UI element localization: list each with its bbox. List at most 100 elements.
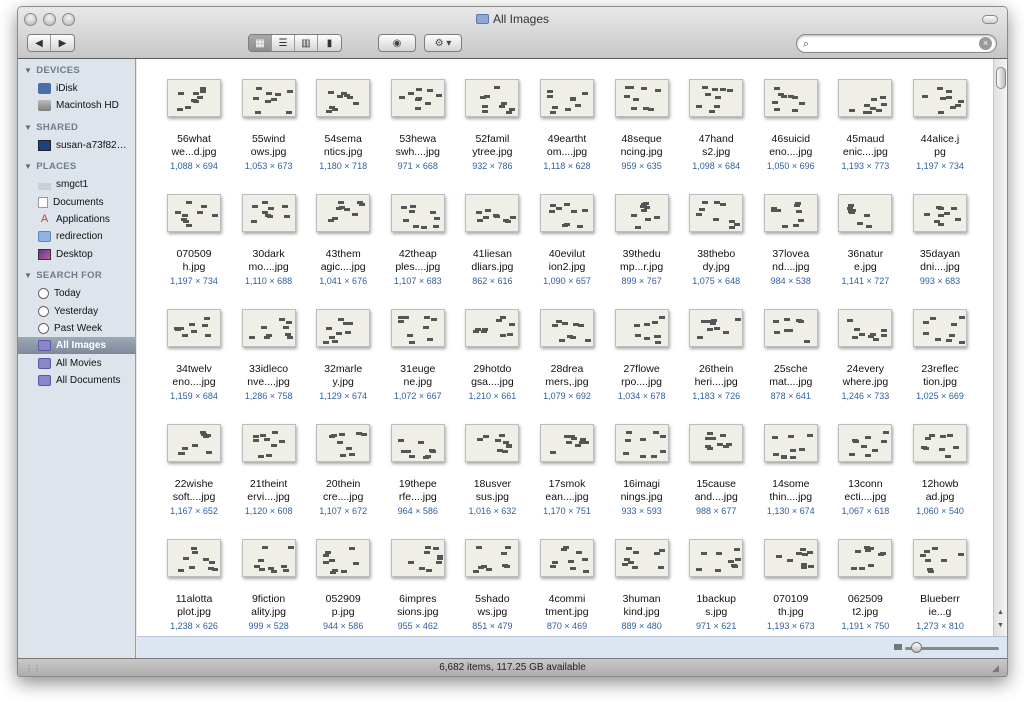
icon-size-slider-knob[interactable] xyxy=(911,642,922,653)
scroll-thumb[interactable] xyxy=(996,67,1006,89)
image-thumbnail[interactable] xyxy=(614,79,669,117)
forward-arrow-icon[interactable]: ▶ xyxy=(51,35,74,51)
file-item[interactable]: 48seque ncing.jpg 959 × 635 xyxy=(605,79,679,172)
image-thumbnail[interactable] xyxy=(316,309,371,347)
image-thumbnail[interactable] xyxy=(838,424,893,462)
file-item[interactable]: 21theint ervi....jpg 1,120 × 608 xyxy=(232,424,306,517)
file-item[interactable]: 46suicid eno....jpg 1,050 × 696 xyxy=(754,79,828,172)
image-thumbnail[interactable] xyxy=(614,194,669,232)
file-item[interactable]: 56what we...d.jpg 1,088 × 694 xyxy=(157,79,231,172)
file-item[interactable]: 47hand s2.jpg 1,098 × 684 xyxy=(679,79,753,172)
file-item[interactable]: 11alotta plot.jpg 1,238 × 626 xyxy=(157,539,231,632)
image-thumbnail[interactable] xyxy=(838,309,893,347)
image-thumbnail[interactable] xyxy=(465,79,520,117)
back-arrow-icon[interactable]: ◀ xyxy=(28,35,51,51)
image-thumbnail[interactable] xyxy=(689,539,744,577)
file-item[interactable]: 17smok ean....jpg 1,170 × 751 xyxy=(530,424,604,517)
image-thumbnail[interactable] xyxy=(167,424,221,462)
file-item[interactable]: 37lovea nd....jpg 984 × 538 xyxy=(754,194,828,287)
quicklook-button[interactable]: ◉ xyxy=(378,34,416,52)
image-thumbnail[interactable] xyxy=(689,79,744,117)
image-thumbnail[interactable] xyxy=(763,539,818,577)
file-item[interactable]: 52famil ytree.jpg 932 × 786 xyxy=(455,79,529,172)
sidebar-item[interactable]: redirection xyxy=(18,228,136,245)
image-thumbnail[interactable] xyxy=(540,309,594,347)
sidebar-item[interactable]: A Applications xyxy=(18,211,136,228)
image-thumbnail[interactable] xyxy=(540,79,594,117)
image-thumbnail[interactable] xyxy=(241,79,296,117)
column-view-button[interactable]: ▥ xyxy=(295,35,318,51)
file-item[interactable]: 38thebo dy.jpg 1,075 × 648 xyxy=(679,194,753,287)
sidebar-item[interactable]: All Movies xyxy=(18,355,136,372)
image-thumbnail[interactable] xyxy=(913,194,967,232)
file-item[interactable]: 54sema ntics.jpg 1,180 × 718 xyxy=(306,79,380,172)
image-thumbnail[interactable] xyxy=(838,194,893,232)
image-thumbnail[interactable] xyxy=(614,539,669,577)
image-thumbnail[interactable] xyxy=(390,424,445,462)
file-item[interactable]: 12howb ad.jpg 1,060 × 540 xyxy=(903,424,977,517)
image-thumbnail[interactable] xyxy=(913,309,967,347)
file-item[interactable]: 31euge ne.jpg 1,072 × 667 xyxy=(381,309,455,402)
file-item[interactable]: 39thedu mp...r.jpg 899 × 767 xyxy=(605,194,679,287)
file-item[interactable]: 44alice.j pg 1,197 × 734 xyxy=(903,79,977,172)
image-thumbnail[interactable] xyxy=(763,424,818,462)
list-view-button[interactable]: ☰ xyxy=(272,35,295,51)
sidebar-item[interactable]: All Documents xyxy=(18,372,136,389)
file-item[interactable]: 25sche mat....jpg 878 × 641 xyxy=(754,309,828,402)
image-thumbnail[interactable] xyxy=(316,539,371,577)
image-thumbnail[interactable] xyxy=(465,194,520,232)
file-item[interactable]: 43them agic....jpg 1,041 × 676 xyxy=(306,194,380,287)
image-thumbnail[interactable] xyxy=(390,309,445,347)
image-thumbnail[interactable] xyxy=(167,309,221,347)
sidebar-item[interactable]: Macintosh HD xyxy=(18,97,136,114)
resize-grip-icon[interactable]: ◢ xyxy=(992,663,1004,675)
image-thumbnail[interactable] xyxy=(241,194,296,232)
image-thumbnail[interactable] xyxy=(540,539,594,577)
image-thumbnail[interactable] xyxy=(316,79,371,117)
sidebar-item[interactable]: Documents xyxy=(18,194,136,211)
file-item[interactable]: 9fiction ality.jpg 999 × 528 xyxy=(232,539,306,632)
sidebar-item[interactable]: All Images xyxy=(18,337,136,355)
image-thumbnail[interactable] xyxy=(913,79,967,117)
file-item[interactable]: 55wind ows.jpg 1,053 × 673 xyxy=(232,79,306,172)
image-thumbnail[interactable] xyxy=(763,309,818,347)
file-item[interactable]: Blueberr ie...g 1,273 × 810 xyxy=(903,539,977,632)
image-thumbnail[interactable] xyxy=(316,194,371,232)
image-thumbnail[interactable] xyxy=(838,539,893,577)
image-thumbnail[interactable] xyxy=(390,539,445,577)
image-thumbnail[interactable] xyxy=(241,424,296,462)
search-field[interactable]: ⌕ × xyxy=(796,34,997,53)
image-thumbnail[interactable] xyxy=(689,309,744,347)
file-item[interactable]: 33idleco nve....jpg 1,286 × 758 xyxy=(232,309,306,402)
file-item[interactable]: 30dark mo....jpg 1,110 × 688 xyxy=(232,194,306,287)
file-item[interactable]: 18usver sus.jpg 1,016 × 632 xyxy=(455,424,529,517)
sidebar-item[interactable]: Today xyxy=(18,285,136,302)
sidebar-item[interactable]: Desktop xyxy=(18,246,136,263)
file-item[interactable]: 5shado ws.jpg 851 × 479 xyxy=(455,539,529,632)
file-item[interactable]: 36natur e.jpg 1,141 × 727 xyxy=(828,194,902,287)
image-thumbnail[interactable] xyxy=(913,424,967,462)
file-item[interactable]: 34twelv eno....jpg 1,159 × 684 xyxy=(157,309,231,402)
image-thumbnail[interactable] xyxy=(689,194,744,232)
file-item[interactable]: 27flowe rpo....jpg 1,034 × 678 xyxy=(605,309,679,402)
image-thumbnail[interactable] xyxy=(241,309,296,347)
file-item[interactable]: 070109 th.jpg 1,193 × 673 xyxy=(754,539,828,632)
sidebar-item[interactable]: susan-a73f82… xyxy=(18,137,136,154)
image-thumbnail[interactable] xyxy=(614,309,669,347)
disclosure-triangle-icon[interactable]: ▼ xyxy=(24,162,32,171)
file-item[interactable]: 45maud enic....jpg 1,193 × 773 xyxy=(828,79,902,172)
sidebar-section-header[interactable]: ▼ SEARCH FOR xyxy=(24,270,102,281)
file-item[interactable]: 41liesan dliars.jpg 862 × 616 xyxy=(455,194,529,287)
image-thumbnail[interactable] xyxy=(614,424,669,462)
image-thumbnail[interactable] xyxy=(316,424,371,462)
image-thumbnail[interactable] xyxy=(167,79,221,117)
disclosure-triangle-icon[interactable]: ▼ xyxy=(24,123,32,132)
sidebar-item[interactable]: iDisk xyxy=(18,80,136,97)
image-thumbnail[interactable] xyxy=(241,539,296,577)
sidebar-section-header[interactable]: ▼ DEVICES xyxy=(24,65,80,76)
image-thumbnail[interactable] xyxy=(763,79,818,117)
file-item[interactable]: 26thein heri....jpg 1,183 × 726 xyxy=(679,309,753,402)
disclosure-triangle-icon[interactable]: ▼ xyxy=(24,271,32,280)
image-thumbnail[interactable] xyxy=(540,424,594,462)
action-menu-button[interactable]: ⚙ ▾ xyxy=(424,34,462,52)
